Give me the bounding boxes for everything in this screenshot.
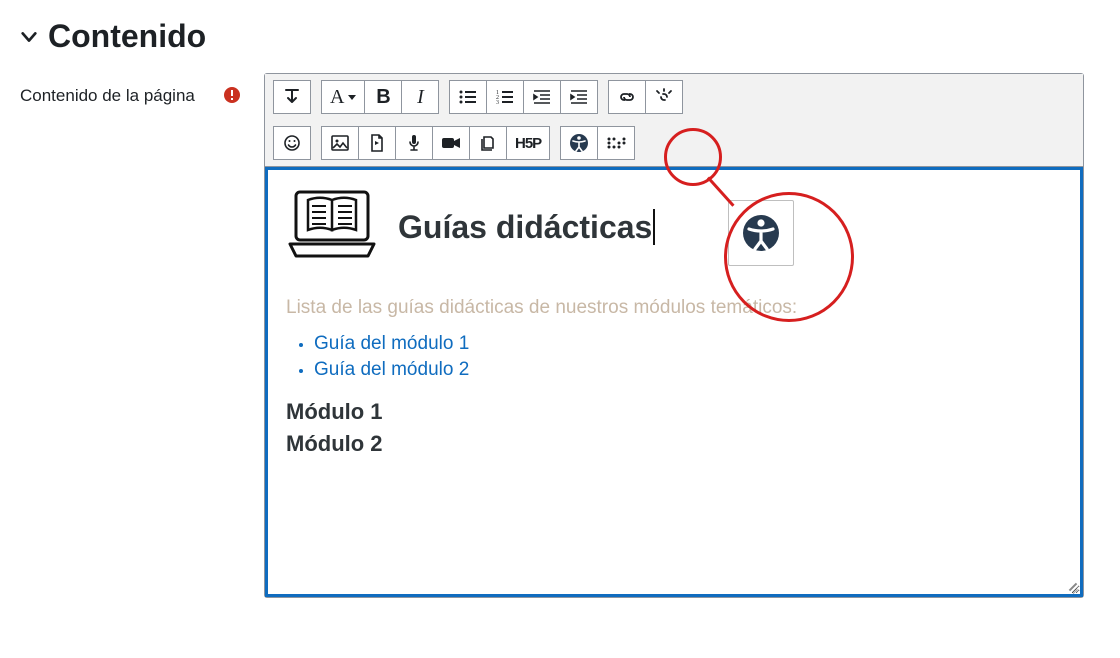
accessibility-checker-button[interactable] [560, 126, 598, 160]
bold-button[interactable]: B [364, 80, 402, 114]
file-icon [369, 134, 385, 152]
h5p-button[interactable]: H5P [506, 126, 550, 160]
list-item: Guía del módulo 1 [314, 333, 1062, 355]
italic-button[interactable]: I [401, 80, 439, 114]
bullet-list-button[interactable] [449, 80, 487, 114]
doc-subtitle[interactable]: Lista de las guías didácticas de nuestro… [286, 297, 1062, 319]
link-icon [617, 89, 637, 105]
module-heading[interactable]: Módulo 1 [286, 399, 1062, 425]
required-icon [224, 85, 240, 108]
section-header[interactable]: Contenido [20, 18, 1100, 55]
files-icon [479, 134, 497, 152]
files-button[interactable] [469, 126, 507, 160]
paragraph-style-button[interactable]: A [321, 80, 365, 114]
accessibility-icon [741, 213, 781, 253]
list-item: Guía del módulo 2 [314, 359, 1062, 381]
unlink-button[interactable] [645, 80, 683, 114]
editor-toolbar: A B I 123 [265, 74, 1083, 167]
screenreader-helper-button[interactable] [597, 126, 635, 160]
number-list-icon: 123 [496, 89, 514, 105]
indent-button[interactable] [560, 80, 598, 114]
svg-text:3: 3 [496, 100, 499, 105]
section-title: Contenido [48, 18, 206, 55]
unlink-icon [654, 88, 674, 106]
microphone-icon [407, 134, 421, 152]
emoji-icon [283, 134, 301, 152]
paragraph-style-label: A [330, 86, 344, 109]
rich-text-editor: A B I 123 [264, 73, 1084, 598]
links-list: Guía del módulo 1 Guía del módulo 2 [286, 333, 1062, 381]
chevron-down-icon [20, 28, 38, 46]
accessibility-icon [569, 133, 589, 153]
toolbar-expand-button[interactable] [273, 80, 311, 114]
emoji-button[interactable] [273, 126, 311, 160]
indent-icon [570, 89, 588, 105]
outdent-icon [533, 89, 551, 105]
link-button[interactable] [608, 80, 646, 114]
caret-down-icon [348, 95, 356, 100]
accessibility-checker-zoom [728, 200, 794, 266]
field-label: Contenido de la página [20, 85, 195, 108]
expand-down-icon [284, 88, 300, 106]
editor-content-area[interactable]: Guías didácticas Lista de las guías didá… [265, 167, 1083, 597]
video-icon [441, 136, 461, 150]
number-list-button[interactable]: 123 [486, 80, 524, 114]
braille-icon [606, 136, 626, 150]
guide-link[interactable]: Guía del módulo 2 [314, 359, 469, 380]
outdent-button[interactable] [523, 80, 561, 114]
module-heading[interactable]: Módulo 2 [286, 431, 1062, 457]
audio-button[interactable] [395, 126, 433, 160]
doc-title[interactable]: Guías didácticas [398, 209, 655, 246]
image-icon [331, 135, 349, 151]
media-button[interactable] [358, 126, 396, 160]
video-button[interactable] [432, 126, 470, 160]
book-laptop-icon [286, 186, 378, 269]
bullet-list-icon [459, 89, 477, 105]
guide-link[interactable]: Guía del módulo 1 [314, 333, 469, 354]
resize-handle[interactable] [1064, 578, 1078, 592]
image-button[interactable] [321, 126, 359, 160]
